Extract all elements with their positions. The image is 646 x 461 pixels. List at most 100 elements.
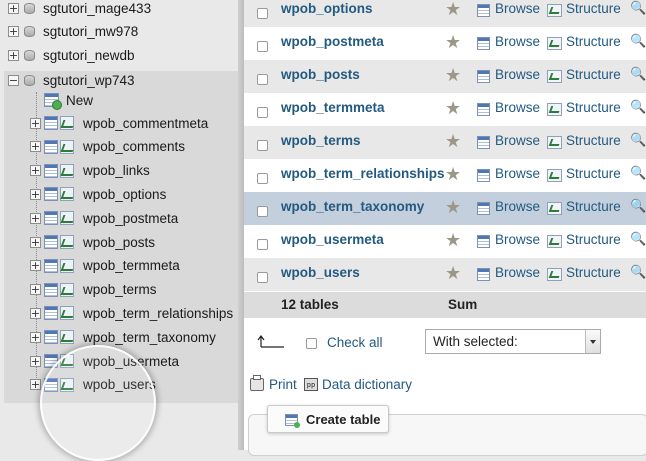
- browse-link[interactable]: Browse: [495, 133, 540, 148]
- data-dictionary-link[interactable]: Data dictionary: [322, 377, 412, 392]
- search-icon[interactable]: 🔍: [630, 67, 646, 82]
- row-checkbox[interactable]: [257, 8, 268, 19]
- browse-icon[interactable]: [477, 136, 490, 149]
- browse-link[interactable]: Browse: [495, 34, 540, 49]
- tree-item-table[interactable]: + wpob_commentmeta: [30, 112, 208, 134]
- browse-link[interactable]: Browse: [495, 199, 540, 214]
- structure-icon[interactable]: [547, 202, 562, 215]
- table-name-link[interactable]: wpob_posts: [281, 67, 360, 82]
- search-icon[interactable]: 🔍: [630, 133, 646, 148]
- expand-icon[interactable]: +: [30, 188, 41, 200]
- expand-icon[interactable]: +: [30, 307, 41, 319]
- row-checkbox[interactable]: [257, 74, 268, 85]
- search-icon[interactable]: 🔍: [630, 1, 646, 16]
- structure-icon[interactable]: [547, 37, 562, 50]
- structure-icon[interactable]: [547, 70, 562, 83]
- search-icon[interactable]: 🔍: [630, 166, 646, 181]
- expand-icon[interactable]: +: [30, 117, 41, 129]
- browse-icon[interactable]: [477, 202, 490, 215]
- db-item[interactable]: + sgtutori_mage433: [8, 0, 151, 19]
- structure-link[interactable]: Structure: [566, 265, 621, 280]
- browse-icon[interactable]: [477, 103, 490, 116]
- tree-item-table[interactable]: + wpob_users: [30, 374, 156, 396]
- tree-item-new[interactable]: New: [44, 89, 93, 111]
- tree-item-table[interactable]: + wpob_usermeta: [30, 350, 179, 372]
- row-checkbox[interactable]: [257, 173, 268, 184]
- tree-item-table[interactable]: + wpob_term_relationships: [30, 302, 233, 324]
- search-icon[interactable]: 🔍: [630, 232, 646, 247]
- print-link[interactable]: Print: [269, 377, 297, 392]
- db-item[interactable]: + sgtutori_mw978: [8, 21, 138, 43]
- structure-link[interactable]: Structure: [566, 100, 621, 115]
- browse-icon[interactable]: [477, 235, 490, 248]
- browse-link[interactable]: Browse: [495, 1, 540, 16]
- row-checkbox[interactable]: [257, 140, 268, 151]
- search-icon[interactable]: 🔍: [630, 265, 646, 280]
- db-item-open[interactable]: − sgtutori_wp743: [8, 69, 135, 91]
- structure-link[interactable]: Structure: [566, 133, 621, 148]
- browse-link[interactable]: Browse: [495, 166, 540, 181]
- table-name-link[interactable]: wpob_term_relationships: [281, 166, 445, 181]
- search-icon[interactable]: 🔍: [630, 199, 646, 214]
- structure-link[interactable]: Structure: [566, 166, 621, 181]
- structure-link[interactable]: Structure: [566, 34, 621, 49]
- check-all-checkbox[interactable]: [306, 338, 317, 349]
- star-icon[interactable]: ★: [445, 100, 461, 118]
- check-all-link[interactable]: Check all: [327, 335, 383, 350]
- structure-icon[interactable]: [547, 268, 562, 281]
- expand-icon[interactable]: +: [30, 355, 41, 367]
- row-checkbox[interactable]: [257, 107, 268, 118]
- tree-item-table[interactable]: + wpob_comments: [30, 136, 185, 158]
- with-selected-dropdown[interactable]: With selected:: [425, 329, 601, 354]
- table-name-link[interactable]: wpob_users: [281, 265, 360, 280]
- expand-icon[interactable]: +: [30, 260, 41, 272]
- table-name-link[interactable]: wpob_options: [281, 1, 373, 16]
- star-icon[interactable]: ★: [445, 67, 461, 85]
- browse-link[interactable]: Browse: [495, 265, 540, 280]
- expand-icon[interactable]: +: [30, 212, 41, 224]
- structure-link[interactable]: Structure: [566, 1, 621, 16]
- expand-icon[interactable]: +: [30, 165, 41, 177]
- structure-icon[interactable]: [547, 235, 562, 248]
- collapse-icon[interactable]: −: [8, 74, 19, 86]
- tree-item-table[interactable]: + wpob_postmeta: [30, 207, 178, 229]
- expand-icon[interactable]: +: [30, 379, 41, 391]
- browse-link[interactable]: Browse: [495, 232, 540, 247]
- expand-icon[interactable]: +: [30, 236, 41, 248]
- tree-item-table[interactable]: + wpob_links: [30, 160, 150, 182]
- browse-icon[interactable]: [477, 169, 490, 182]
- browse-icon[interactable]: [477, 4, 490, 17]
- structure-link[interactable]: Structure: [566, 199, 621, 214]
- row-checkbox[interactable]: [257, 239, 268, 250]
- star-icon[interactable]: ★: [445, 199, 461, 217]
- tree-item-table[interactable]: + wpob_posts: [30, 231, 155, 253]
- star-icon[interactable]: ★: [445, 133, 461, 151]
- expand-icon[interactable]: +: [8, 49, 19, 61]
- row-checkbox[interactable]: [257, 206, 268, 217]
- row-checkbox[interactable]: [257, 272, 268, 283]
- star-icon[interactable]: ★: [445, 1, 461, 19]
- row-checkbox[interactable]: [257, 41, 268, 52]
- structure-icon[interactable]: [547, 4, 562, 17]
- star-icon[interactable]: ★: [445, 265, 461, 283]
- tree-item-table[interactable]: + wpob_term_taxonomy: [30, 326, 216, 348]
- browse-icon[interactable]: [477, 70, 490, 83]
- table-name-link[interactable]: wpob_postmeta: [281, 34, 384, 49]
- expand-icon[interactable]: +: [30, 141, 41, 153]
- structure-icon[interactable]: [547, 103, 562, 116]
- db-item[interactable]: + sgtutori_newdb: [8, 44, 135, 66]
- browse-link[interactable]: Browse: [495, 100, 540, 115]
- structure-icon[interactable]: [547, 169, 562, 182]
- browse-link[interactable]: Browse: [495, 67, 540, 82]
- star-icon[interactable]: ★: [445, 232, 461, 250]
- expand-icon[interactable]: +: [8, 2, 19, 14]
- star-icon[interactable]: ★: [445, 166, 461, 184]
- tree-item-table[interactable]: + wpob_terms: [30, 279, 157, 301]
- create-table-button[interactable]: Create table: [267, 405, 389, 433]
- search-icon[interactable]: 🔍: [630, 34, 646, 49]
- expand-icon[interactable]: +: [8, 26, 19, 37]
- tree-item-table[interactable]: + wpob_options: [30, 183, 166, 205]
- structure-icon[interactable]: [547, 136, 562, 149]
- expand-icon[interactable]: +: [30, 331, 41, 343]
- table-name-link[interactable]: wpob_term_taxonomy: [281, 199, 424, 214]
